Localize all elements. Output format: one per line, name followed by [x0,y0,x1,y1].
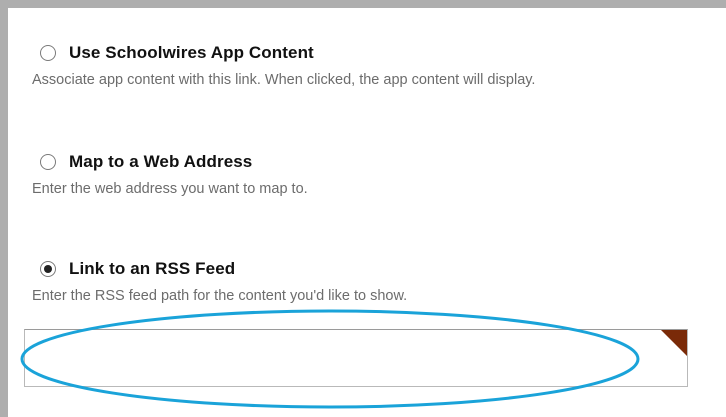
option-rss-feed-description: Enter the RSS feed path for the content … [32,288,408,304]
option-app-content: Use Schoolwires App Content Associate ap… [32,42,535,88]
option-app-content-description: Associate app content with this link. Wh… [32,72,536,88]
option-rss-feed-header[interactable]: Link to an RSS Feed [32,258,407,280]
option-web-address: Map to a Web Address Enter the web addre… [32,151,308,197]
option-app-content-title: Use Schoolwires App Content [69,43,314,62]
rss-feed-path-field[interactable] [24,329,688,387]
required-corner-icon [661,330,687,356]
radio-app-content[interactable] [40,45,56,61]
radio-rss-feed[interactable] [40,261,56,277]
option-app-content-header[interactable]: Use Schoolwires App Content [32,42,535,64]
radio-web-address[interactable] [40,154,56,170]
rss-feed-path-input[interactable] [25,330,687,386]
option-web-address-header[interactable]: Map to a Web Address [32,151,308,173]
option-web-address-description: Enter the web address you want to map to… [32,181,308,197]
option-rss-feed-title: Link to an RSS Feed [69,259,236,278]
radio-dot [44,265,52,273]
option-rss-feed: Link to an RSS Feed Enter the RSS feed p… [32,258,407,304]
option-web-address-title: Map to a Web Address [69,152,253,171]
